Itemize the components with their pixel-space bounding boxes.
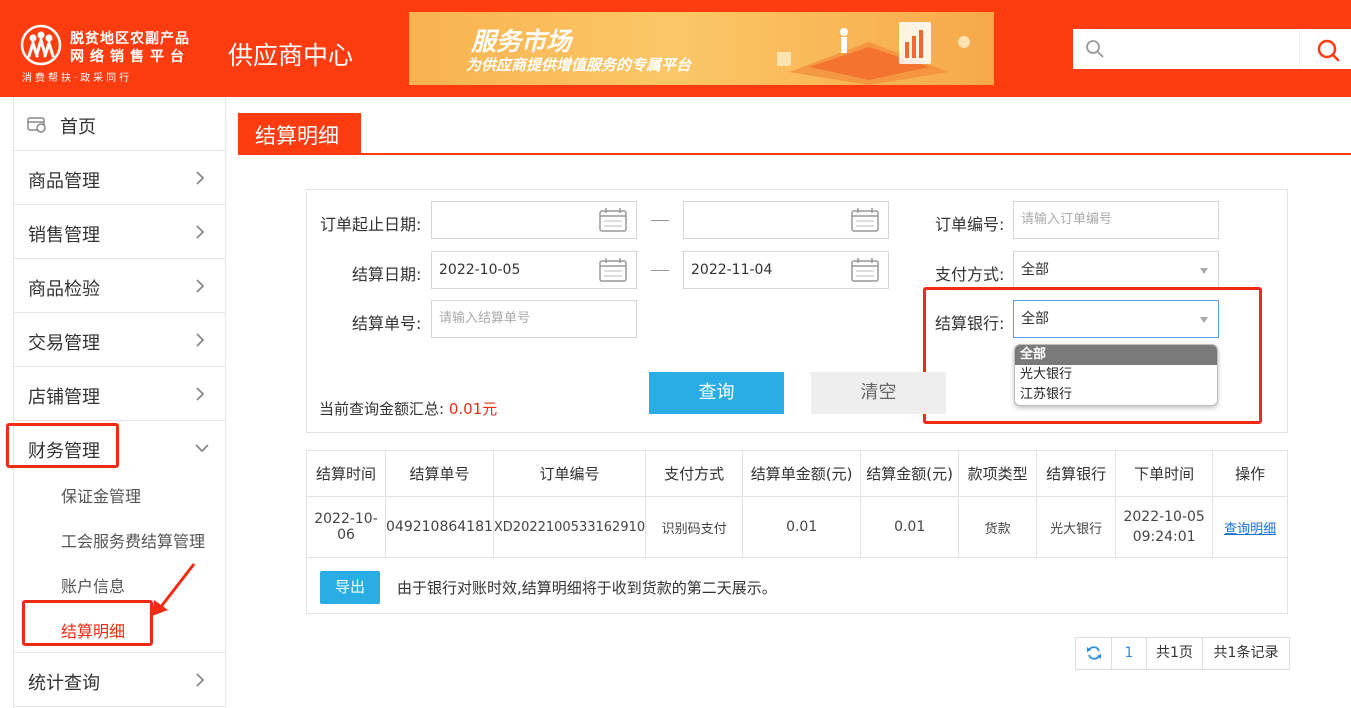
column-header: 操作: [1212, 450, 1288, 497]
refresh-button[interactable]: [1076, 638, 1112, 669]
settle-date-label: 结算日期:: [352, 265, 422, 284]
date-range-separator: [651, 220, 669, 221]
column-header: 结算单号: [385, 450, 494, 497]
sidebar-item-shop-mgmt[interactable]: 店铺管理: [14, 367, 225, 421]
amount-summary-value: 0.01元: [448, 400, 498, 418]
export-button[interactable]: 导出: [320, 571, 380, 604]
sidebar-item-label: 销售管理: [28, 225, 100, 246]
sidebar-item-trade-mgmt[interactable]: 交易管理: [14, 313, 225, 367]
search-input[interactable]: [1073, 29, 1299, 69]
logo-title-line1: 脱贫地区农副产品: [70, 31, 190, 47]
clear-button[interactable]: 清空: [811, 372, 946, 414]
sidebar-item-label: 商品检验: [28, 279, 100, 300]
settle-no-input[interactable]: 请输入结算单号: [431, 300, 637, 338]
cell-pay-method: 识别码支付: [645, 496, 744, 558]
calendar-icon[interactable]: [851, 208, 879, 232]
calendar-icon[interactable]: [851, 258, 879, 282]
column-header: 支付方式: [645, 450, 744, 497]
sidebar-item-label: 商品管理: [28, 171, 100, 192]
query-button[interactable]: 查询: [649, 372, 784, 414]
search-submit-icon: [1317, 39, 1340, 62]
column-header: 下单时间: [1115, 450, 1214, 497]
sidebar-subitem-deposit[interactable]: 保证金管理: [61, 483, 141, 507]
cell-payment-type: 货款: [958, 496, 1038, 558]
cell-bank: 光大银行: [1036, 496, 1117, 558]
order-no-label: 订单编号:: [935, 215, 1005, 234]
page-number[interactable]: 1: [1112, 638, 1147, 669]
sidebar-item-product-mgmt[interactable]: 商品管理: [14, 151, 225, 205]
cell-settle-no: 049210864181: [385, 496, 494, 558]
annotation-highlight-bank: [923, 287, 1262, 424]
chevron-right-icon: [196, 333, 205, 347]
sidebar-item-label: 统计查询: [28, 673, 100, 694]
table-footer: 导出 由于银行对账时效,结算明细将于收到货款的第二天展示。: [306, 558, 1288, 614]
column-header: 结算时间: [306, 450, 386, 497]
center-title: 供应商中心: [228, 41, 354, 70]
calendar-icon[interactable]: [599, 208, 627, 232]
page-title: 结算明细: [238, 113, 361, 154]
amount-summary: 当前查询金额汇总: 0.01元: [319, 398, 497, 419]
banner-subtitle: 为供应商提供增值服务的专属平台: [466, 56, 692, 74]
logo-slogan: 消费帮扶·政采同行: [22, 73, 133, 84]
pay-method-label: 支付方式:: [935, 265, 1005, 284]
cell-settle-time: 2022-10-06: [306, 496, 386, 558]
search-icon: [1086, 40, 1104, 58]
column-header: 订单编号: [492, 450, 647, 497]
order-no-input[interactable]: 请输入订单编号: [1013, 201, 1219, 239]
sidebar-item-label: 店铺管理: [28, 387, 100, 408]
column-header: 结算单金额(元): [742, 450, 862, 497]
sidebar-subitem-union-fee[interactable]: 工会服务费结算管理: [61, 528, 205, 552]
cell-settle-order-amount: 0.01: [742, 496, 862, 558]
sidebar-item-label: 交易管理: [28, 333, 100, 354]
search-button[interactable]: [1299, 29, 1351, 69]
total-pages: 共1页: [1147, 638, 1203, 669]
chevron-right-icon: [196, 279, 205, 293]
chevron-right-icon: [196, 387, 205, 401]
logo-emblem-icon: [20, 24, 62, 66]
settle-no-label: 结算单号:: [352, 314, 422, 333]
cell-settle-amount: 0.01: [860, 496, 960, 558]
chevron-right-icon: [196, 171, 205, 185]
cell-action: 查询明细: [1212, 496, 1288, 558]
table-header-row: 结算时间 结算单号 订单编号 支付方式 结算单金额(元) 结算金额(元) 款项类…: [306, 450, 1288, 497]
sidebar-item-home[interactable]: 首页: [14, 97, 225, 151]
date-range-separator: [651, 270, 669, 271]
annotation-arrow-icon: [152, 563, 196, 616]
chevron-down-icon: [195, 444, 209, 453]
cell-order-time: 2022-10-05 09:24:01: [1115, 496, 1214, 558]
calendar-icon[interactable]: [599, 258, 627, 282]
table-row: 2022-10-06 049210864181 XD20221005331629…: [306, 496, 1288, 558]
sidebar-item-sales-mgmt[interactable]: 销售管理: [14, 205, 225, 259]
column-header: 款项类型: [958, 450, 1038, 497]
sidebar-item-stats-query[interactable]: 统计查询: [14, 653, 225, 707]
dropdown-arrow-icon: [1200, 268, 1208, 274]
amount-summary-label: 当前查询金额汇总:: [319, 400, 445, 418]
annotation-highlight-finance: [6, 423, 119, 468]
title-divider: [238, 153, 1351, 155]
chevron-right-icon: [196, 673, 205, 687]
sidebar-subitem-account-info[interactable]: 账户信息: [61, 573, 125, 597]
pagination: 1 共1页 共1条记录: [1075, 637, 1290, 670]
pay-method-select[interactable]: 全部: [1013, 251, 1219, 289]
column-header: 结算金额(元): [860, 450, 960, 497]
top-header: 脱贫地区农副产品 网络销售平台 消费帮扶·政采同行 供应商中心 服务市场 为供应…: [0, 0, 1351, 97]
logo-title-line2: 网络销售平台: [70, 49, 190, 65]
banner-illustration-icon: [777, 22, 970, 85]
sidebar-item-product-inspection[interactable]: 商品检验: [14, 259, 225, 313]
cell-order-no: XD2022100533162910: [492, 496, 647, 558]
service-market-banner[interactable]: 服务市场 为供应商提供增值服务的专属平台: [409, 12, 994, 85]
order-date-label: 订单起止日期:: [320, 215, 422, 234]
chevron-right-icon: [196, 225, 205, 239]
refresh-icon: [1086, 646, 1101, 660]
view-detail-link[interactable]: 查询明细: [1224, 522, 1276, 537]
banner-title: 服务市场: [471, 27, 572, 56]
pay-method-value: 全部: [1021, 262, 1049, 278]
home-icon: [27, 117, 46, 133]
settlement-table: 结算时间 结算单号 订单编号 支付方式 结算单金额(元) 结算金额(元) 款项类…: [306, 450, 1288, 558]
total-records: 共1条记录: [1213, 645, 1279, 661]
annotation-highlight-settlement: [22, 600, 153, 646]
column-header: 结算银行: [1036, 450, 1117, 497]
export-note: 由于银行对账时效,结算明细将于收到货款的第二天展示。: [397, 579, 777, 597]
sidebar-item-label: 首页: [60, 117, 96, 138]
